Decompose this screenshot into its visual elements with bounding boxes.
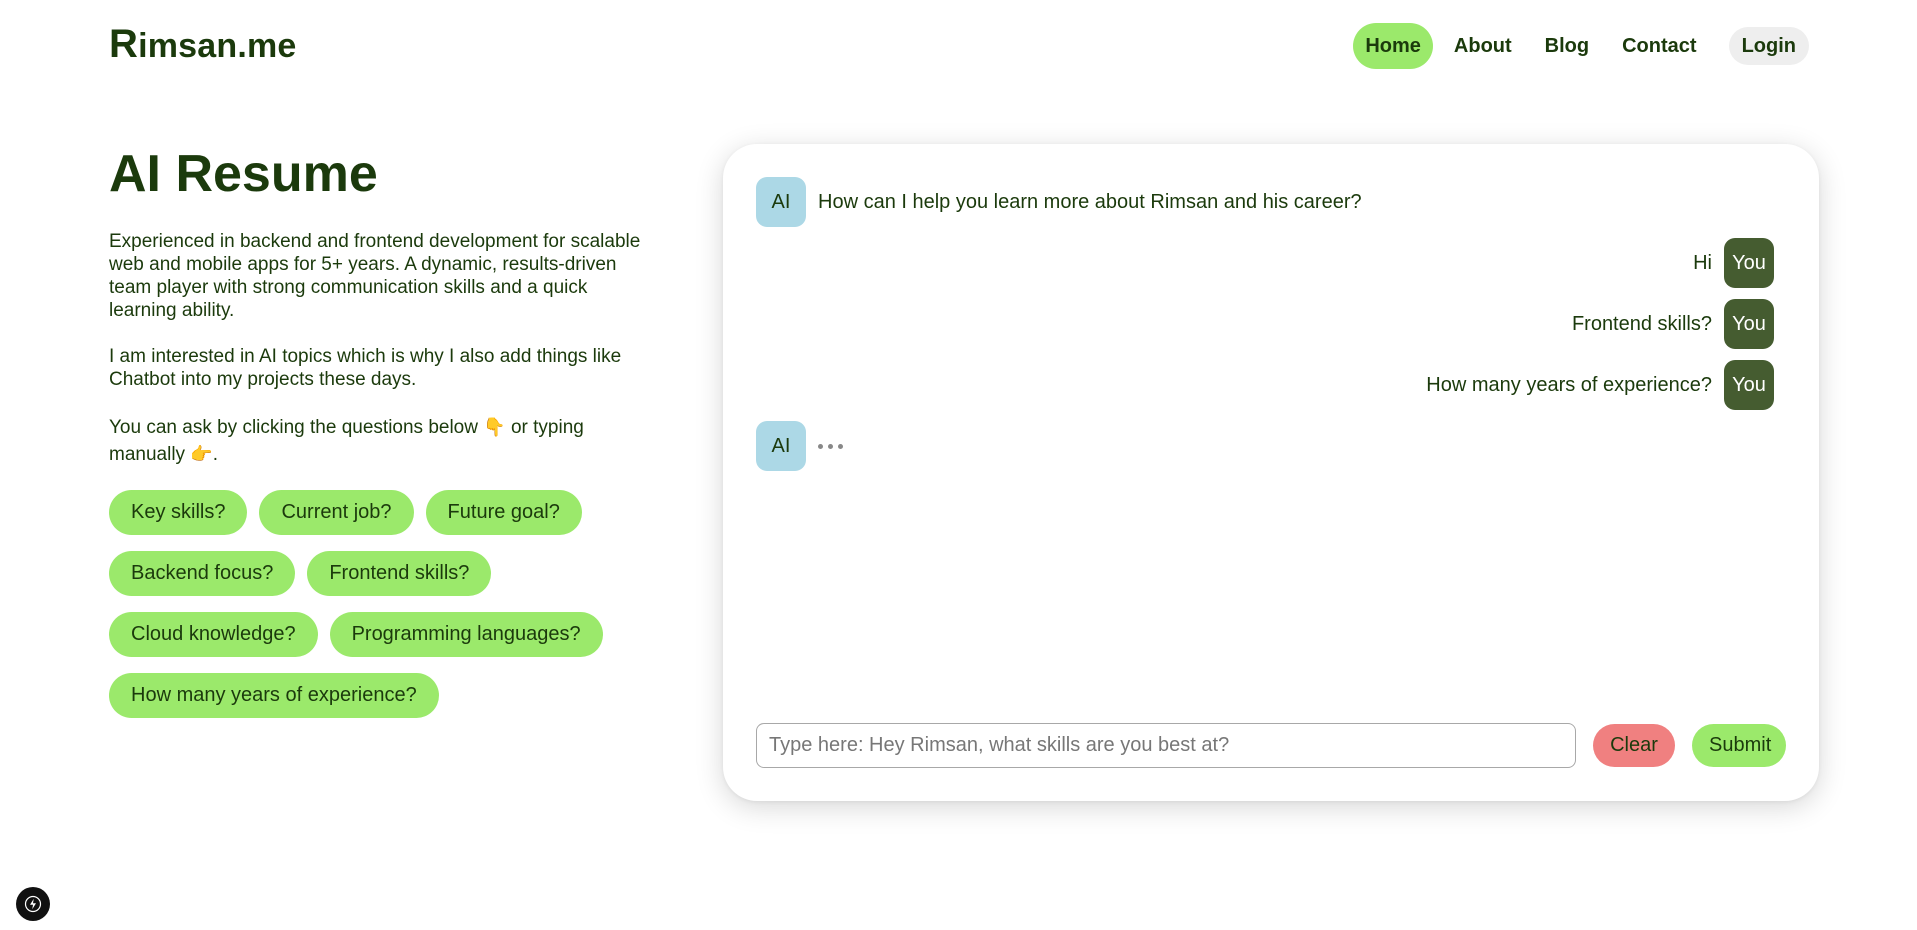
nav-contact-link[interactable]: Contact [1610, 23, 1708, 69]
typing-dot [838, 443, 843, 449]
user-avatar: You [1724, 299, 1774, 349]
question-chip-years-experience[interactable]: How many years of experience? [109, 673, 439, 718]
question-chip-backend-focus[interactable]: Backend focus? [109, 551, 296, 596]
chat-message-text: Hi [1693, 251, 1712, 274]
question-chip-frontend-skills[interactable]: Frontend skills? [307, 551, 492, 596]
question-chip-key-skills[interactable]: Key skills? [109, 490, 248, 535]
main-nav: Home About Blog Contact Login [1344, 23, 1809, 69]
question-chip-current-job[interactable]: Current job? [259, 490, 414, 535]
intro-paragraph-experience: Experienced in backend and frontend deve… [109, 231, 641, 321]
chat-input[interactable] [756, 723, 1576, 768]
submit-button[interactable]: Submit [1692, 724, 1786, 767]
typing-indicator-icon [818, 443, 843, 449]
chat-message-text: How can I help you learn more about Rims… [818, 190, 1362, 213]
chat-message-text: How many years of experience? [1426, 373, 1712, 396]
site-header: Rimsan.me Home About Blog Contact Login [0, 0, 1917, 92]
chat-panel: AI How can I help you learn more about R… [723, 144, 1819, 801]
clear-button[interactable]: Clear [1593, 724, 1675, 767]
chat-message-text: Frontend skills? [1571, 312, 1712, 335]
nav-blog-link[interactable]: Blog [1533, 23, 1601, 69]
instructions-text-end: . [212, 444, 219, 465]
chat-message-user: You Frontend skills? [1572, 299, 1774, 349]
chat-input-row: Clear Submit [756, 723, 1786, 768]
nav-about-link[interactable]: About [1442, 23, 1524, 69]
question-chip-cloud-knowledge[interactable]: Cloud knowledge? [109, 612, 318, 657]
question-chip-programming-languages[interactable]: Programming languages? [329, 612, 603, 657]
typing-dot [818, 443, 823, 449]
intro-paragraph-instructions: You can ask by clicking the questions be… [109, 414, 654, 468]
logo-initial: R [109, 22, 139, 66]
ai-avatar: AI [756, 177, 806, 227]
chat-message-user: You Hi [1693, 238, 1774, 288]
chat-message-ai-typing: AI [756, 421, 843, 471]
page-title: AI Resume [109, 145, 378, 203]
chat-message-user: You How many years of experience? [1426, 360, 1774, 410]
lightning-icon[interactable] [16, 887, 50, 921]
nav-home-link[interactable]: Home [1353, 23, 1433, 69]
chat-message-ai: AI How can I help you learn more about R… [756, 177, 1362, 227]
question-chip-future-goal[interactable]: Future goal? [425, 490, 582, 535]
intro-paragraph-ai: I am interested in AI topics which is wh… [109, 346, 622, 390]
site-logo[interactable]: Rimsan.me [109, 22, 297, 67]
ai-avatar: AI [756, 421, 806, 471]
instructions-text-1: You can ask by clicking the questions be… [109, 417, 478, 438]
user-avatar: You [1724, 360, 1774, 410]
lightning-bolt-icon [24, 895, 42, 913]
intro-section: AI Resume Experienced in backend and fro… [109, 140, 669, 718]
pointing-right-emoji-icon: 👉 [190, 444, 213, 464]
page: Rimsan.me Home About Blog Contact Login … [0, 0, 1917, 930]
pointing-down-emoji-icon: 👇 [483, 417, 506, 437]
typing-dot [828, 443, 833, 449]
suggested-questions: Key skills? Current job? Future goal? Ba… [109, 490, 669, 718]
logo-text: imsan.me [138, 27, 297, 65]
user-avatar: You [1724, 238, 1774, 288]
login-button[interactable]: Login [1728, 27, 1809, 65]
